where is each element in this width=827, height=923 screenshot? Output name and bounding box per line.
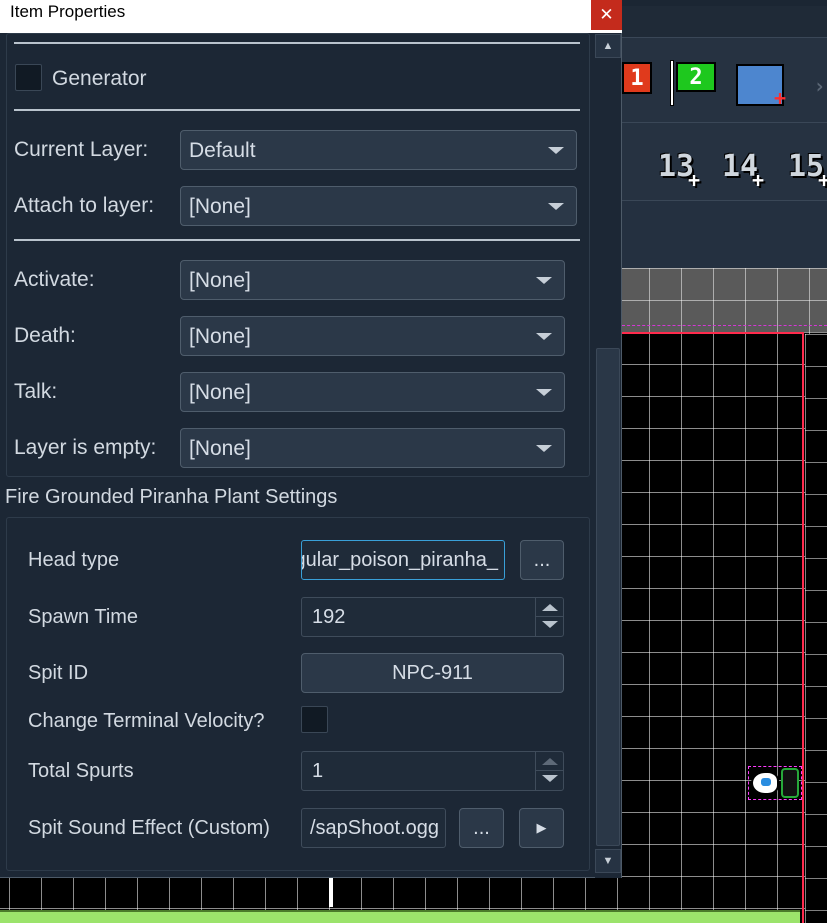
piranha-head-icon: [751, 771, 779, 795]
total-spurts-label: Total Spurts: [28, 760, 134, 782]
outside-section-area: [805, 334, 827, 923]
talk-label: Talk:: [14, 380, 58, 403]
section-edge-top: [622, 332, 804, 334]
terminal-velocity-checkbox[interactable]: [301, 706, 328, 733]
talk-event-select[interactable]: [None]: [180, 372, 565, 412]
death-label: Death:: [14, 324, 76, 347]
generator-label: Generator: [52, 67, 147, 90]
death-event-select[interactable]: [None]: [180, 316, 565, 356]
scroll-down-button[interactable]: ▼: [595, 849, 621, 873]
add-warp-door-icon[interactable]: +: [736, 64, 786, 110]
spin-down-icon[interactable]: [542, 621, 558, 628]
head-type-input[interactable]: gular_poison_piranha_: [301, 540, 505, 580]
ground-tiles: [0, 910, 800, 923]
editor-toolbar-placement: [622, 37, 827, 122]
spit-id-label: Spit ID: [28, 662, 89, 684]
triangle-up-icon: ▲: [602, 40, 614, 52]
separator: [14, 239, 580, 241]
spawn-time-spinbox[interactable]: 192: [301, 597, 564, 637]
section-edge-right: [802, 332, 804, 923]
player2-start-flag-icon[interactable]: 2: [670, 60, 720, 106]
spit-id-button[interactable]: NPC-911: [301, 653, 564, 693]
separator: [14, 42, 580, 44]
current-layer-label: Current Layer:: [14, 138, 149, 161]
layer-empty-event-select[interactable]: [None]: [180, 428, 565, 468]
close-button[interactable]: ✕: [591, 0, 622, 30]
activate-event-select[interactable]: [None]: [180, 260, 565, 300]
close-icon: ✕: [599, 5, 614, 24]
spawn-time-label: Spawn Time: [28, 606, 139, 628]
spin-up-icon[interactable]: [542, 758, 558, 765]
chevron-down-icon: [548, 203, 564, 210]
chevron-down-icon: [536, 389, 552, 396]
spin-down-icon[interactable]: [542, 775, 558, 782]
total-spurts-spinbox[interactable]: 1: [301, 751, 564, 791]
chevron-down-icon: [536, 333, 552, 340]
section-15-button[interactable]: 15 +: [782, 146, 827, 193]
spawn-marker: [329, 877, 333, 907]
piranha-plant-npc[interactable]: [748, 766, 802, 800]
chevron-down-icon: [536, 277, 552, 284]
section-13-button[interactable]: 13 +: [652, 146, 700, 193]
spit-sound-input[interactable]: /sapShoot.ogg: [301, 808, 446, 848]
dialog-titlebar[interactable]: Item Properties ✕: [0, 0, 622, 33]
current-layer-select[interactable]: Default: [180, 130, 577, 170]
section-boundary-line: [622, 325, 827, 326]
activate-label: Activate:: [14, 268, 95, 291]
play-icon: ▶: [536, 820, 547, 835]
spawn-time-stepper[interactable]: [535, 598, 563, 636]
settings-section-title: Fire Grounded Piranha Plant Settings: [5, 486, 338, 508]
scroll-up-button[interactable]: ▲: [595, 34, 621, 58]
item-properties-dialog: Item Properties ✕ ▲ ▼ Generator Current …: [0, 0, 622, 878]
player1-start-icon[interactable]: 1: [622, 62, 652, 94]
piranha-stem-icon: [781, 768, 799, 798]
scrollbar-thumb[interactable]: [596, 348, 620, 846]
spit-sound-browse-button[interactable]: ...: [459, 808, 504, 848]
triangle-down-icon: ▼: [602, 855, 614, 867]
toolbar-chevron-icon[interactable]: ›: [812, 74, 827, 98]
editor-toolbar-empty: [622, 200, 827, 268]
spin-up-icon[interactable]: [542, 604, 558, 611]
total-spurts-stepper[interactable]: [535, 752, 563, 790]
section-14-button[interactable]: 14 +: [716, 146, 764, 193]
layer-empty-label: Layer is empty:: [14, 436, 157, 459]
chevron-down-icon: [548, 147, 564, 154]
terminal-velocity-label: Change Terminal Velocity?: [28, 710, 265, 732]
separator: [14, 109, 580, 111]
head-type-browse-button[interactable]: ...: [520, 540, 564, 580]
spit-sound-play-button[interactable]: ▶: [519, 808, 564, 848]
generator-checkbox[interactable]: [15, 64, 42, 91]
attach-layer-select[interactable]: [None]: [180, 186, 577, 226]
chevron-down-icon: [536, 445, 552, 452]
head-type-label: Head type: [28, 549, 120, 571]
editor-menubar: [622, 6, 827, 37]
attach-layer-label: Attach to layer:: [14, 194, 155, 217]
spit-sound-label: Spit Sound Effect (Custom): [28, 817, 270, 839]
dialog-title: Item Properties: [10, 2, 126, 21]
